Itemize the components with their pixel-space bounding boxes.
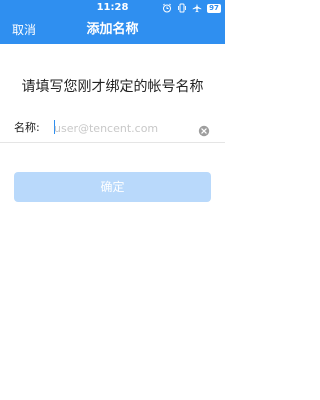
page-title: 添加名称 — [86, 22, 139, 37]
confirm-button[interactable]: 确定 — [14, 172, 211, 202]
name-label: 名称: — [14, 121, 40, 134]
status-bar: 11:28 97 — [0, 0, 225, 16]
screen: 11:28 97 取消 添加名称 请填写您刚才绑定的帐号名称 名称: user@… — [0, 0, 225, 400]
battery-icon: 97 — [207, 3, 221, 13]
vibrate-icon — [177, 3, 187, 13]
name-input-row: 名称: — [14, 116, 210, 140]
alarm-icon — [162, 3, 172, 13]
input-divider — [0, 142, 225, 143]
clear-icon[interactable] — [198, 122, 210, 137]
airplane-icon — [192, 3, 202, 13]
prompt-text: 请填写您刚才绑定的帐号名称 — [21, 79, 204, 95]
status-icons: 97 — [162, 0, 221, 16]
title-bar: 取消 添加名称 — [0, 16, 225, 44]
name-input[interactable] — [54, 119, 194, 137]
